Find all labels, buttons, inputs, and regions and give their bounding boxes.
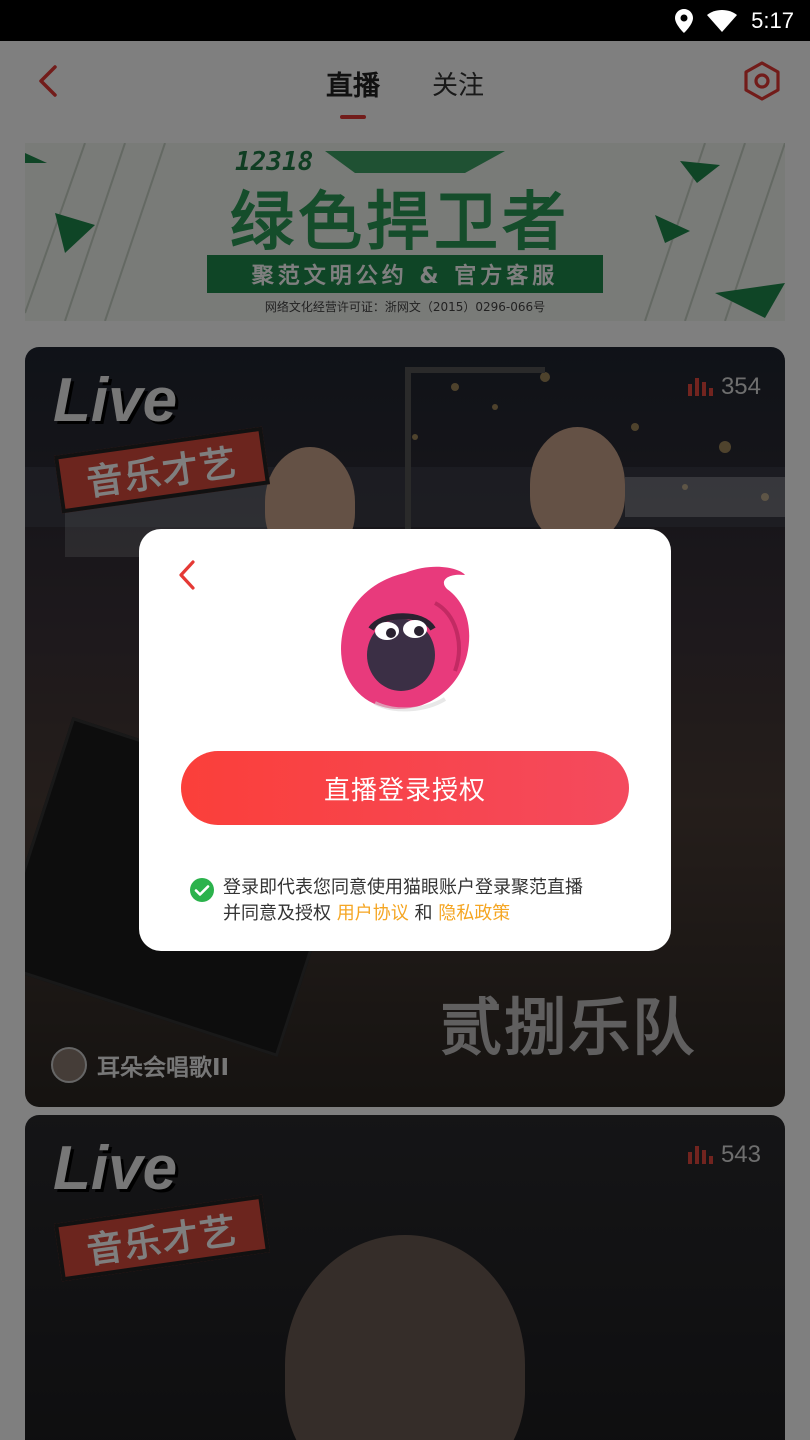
location-icon (675, 8, 694, 33)
agreement-line-1: 登录即代表您同意使用猫眼账户登录聚范直播 (223, 877, 583, 898)
privacy-policy-link[interactable]: 隐私政策 (438, 903, 510, 924)
status-time: 5:17 (751, 7, 794, 33)
login-authorization-dialog: 直播登录授权 登录即代表您同意使用猫眼账户登录聚范直播 并同意及授权 用户协议 … (139, 529, 671, 951)
maoyan-mascot-icon (341, 566, 470, 712)
agreement-text: 登录即代表您同意使用猫眼账户登录聚范直播 并同意及授权 用户协议 和 隐私政策 (223, 875, 583, 927)
back-chevron-icon (179, 560, 195, 590)
dialog-back-button[interactable] (169, 555, 205, 595)
live-login-authorize-button[interactable]: 直播登录授权 (181, 751, 629, 825)
agreement-notice: 登录即代表您同意使用猫眼账户登录聚范直播 并同意及授权 用户协议 和 隐私政策 (189, 875, 629, 927)
check-circle-icon[interactable] (189, 877, 215, 903)
agreement-line-2: 并同意及授权 用户协议 和 隐私政策 (223, 901, 583, 927)
status-bar: 5:17 (0, 0, 810, 41)
user-agreement-link[interactable]: 用户协议 (337, 903, 409, 924)
wifi-icon (707, 9, 738, 32)
agreement-conjunction: 和 (414, 903, 433, 924)
agreement-prefix: 并同意及授权 (223, 903, 331, 924)
